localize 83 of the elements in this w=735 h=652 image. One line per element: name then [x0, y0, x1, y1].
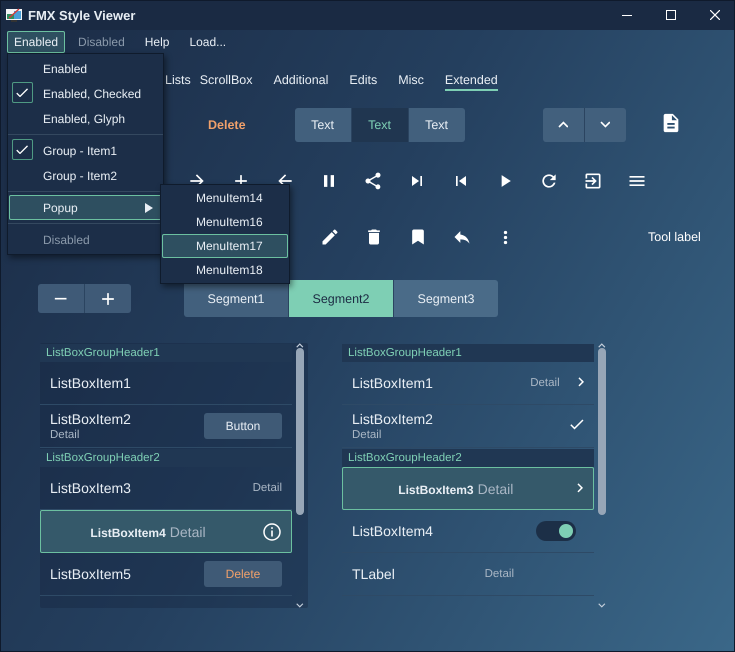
chevron-up-icon [296, 343, 304, 348]
tab[interactable]: Edits [349, 71, 378, 91]
list-item[interactable]: ListBoxItem4 Detail [40, 510, 292, 553]
item-label: TLabel [352, 566, 396, 582]
item-label: ListBoxItem1 [352, 375, 434, 391]
share-icon [363, 171, 383, 191]
chevron-up-icon [558, 121, 568, 129]
delete-button[interactable]: Delete [208, 118, 246, 132]
menu-item[interactable]: MenuItem14 [162, 186, 288, 210]
chevron-right-icon [578, 377, 584, 387]
chevron-right-icon [576, 482, 583, 492]
list-item[interactable]: ListBoxItem1 Detail [342, 362, 594, 405]
checkbox[interactable] [12, 139, 33, 160]
checkbox[interactable] [12, 82, 33, 103]
item-detail: Detail [484, 568, 514, 580]
menu-item[interactable]: MenuItem18 [162, 258, 288, 282]
item-detail: Detail [478, 480, 514, 496]
list-button[interactable]: Button [204, 413, 282, 439]
item-label: ListBoxItem5 [50, 566, 132, 582]
list-item[interactable]: TLabel Detail [342, 553, 594, 596]
menu-item[interactable]: Enabled, Glyph [9, 106, 162, 131]
chevron-down-icon [598, 603, 606, 608]
item-detail: Detail [252, 482, 282, 494]
item-label: ListBoxItem4 [90, 526, 166, 540]
tab[interactable]: Extended [444, 71, 498, 91]
app-icon [6, 8, 22, 22]
minimize-icon[interactable] [622, 14, 632, 16]
item-detail: Detail [50, 429, 80, 441]
tab[interactable]: Lists [165, 71, 191, 91]
segment-button[interactable]: Text [294, 108, 352, 142]
toggle-switch[interactable] [536, 521, 576, 541]
chevron-up-icon [598, 343, 606, 348]
item-label: ListBoxItem3 [398, 482, 474, 496]
menu-item[interactable]: Enabled, Checked [9, 81, 162, 106]
pencil-icon [320, 227, 340, 247]
check-icon [16, 144, 29, 154]
list-item[interactable]: ListBoxItem4 [342, 510, 594, 553]
tab[interactable]: ScrollBox [200, 71, 252, 91]
item-detail: Detail [352, 429, 382, 441]
menu-item[interactable]: MenuItem16 [162, 210, 288, 234]
close-icon[interactable] [710, 10, 720, 20]
menu-item[interactable]: Group - Item1 [9, 138, 162, 163]
list-item[interactable]: ListBoxItem2 Detail [342, 405, 594, 448]
group-header: ListBoxGroupHeader1 [342, 344, 594, 362]
item-label: ListBoxItem4 [352, 523, 434, 539]
item-label: ListBoxItem2 [352, 411, 434, 427]
minus-icon [54, 296, 68, 300]
menu-item[interactable]: Enabled [7, 31, 66, 53]
item-detail: Detail [530, 377, 560, 389]
menu-item[interactable]: Popup [9, 195, 162, 220]
menu-item[interactable]: MenuItem17 [162, 234, 288, 258]
group-header: ListBoxGroupHeader2 [342, 449, 594, 467]
segment-button[interactable]: Text [408, 108, 465, 142]
item-label: ListBoxItem2 [50, 411, 132, 427]
tab[interactable]: Additional [274, 71, 328, 91]
increment-button[interactable] [85, 284, 131, 313]
item-label: ListBoxItem1 [50, 375, 132, 391]
menu-item[interactable]: Group - Item2 [9, 163, 162, 188]
check-icon [16, 88, 29, 98]
chevron-down-icon [600, 121, 610, 129]
segment-button[interactable]: Segment3 [394, 280, 498, 317]
chevron-down-icon [296, 603, 304, 608]
menu-item[interactable]: Help [138, 31, 176, 53]
tab[interactable]: Misc [398, 71, 424, 91]
segment-button[interactable]: Text [352, 108, 409, 142]
list-item[interactable]: ListBoxItem3 Detail [342, 467, 594, 510]
scrollbar-thumb[interactable] [296, 348, 304, 516]
segment-button[interactable]: Segment2 [289, 280, 394, 317]
item-detail: Detail [170, 524, 206, 540]
more-icon [503, 230, 508, 244]
exit-icon [583, 171, 603, 191]
window-title: FMX Style Viewer [28, 8, 136, 22]
list-item[interactable]: ListBoxItem5 Delete [40, 553, 292, 596]
tool-label: Tool label [648, 230, 701, 244]
info-icon[interactable] [263, 522, 281, 540]
menu-item[interactable]: Load... [182, 31, 234, 53]
menu-item[interactable]: Enabled [9, 56, 162, 81]
scrollbar-thumb[interactable] [598, 348, 606, 516]
item-label: ListBoxItem3 [50, 480, 132, 496]
list-item[interactable]: ListBoxItem1 [40, 362, 292, 405]
list-item[interactable]: ListBoxItem2 Detail Button [40, 405, 292, 448]
maximize-icon[interactable] [666, 10, 676, 20]
check-icon [570, 419, 584, 430]
